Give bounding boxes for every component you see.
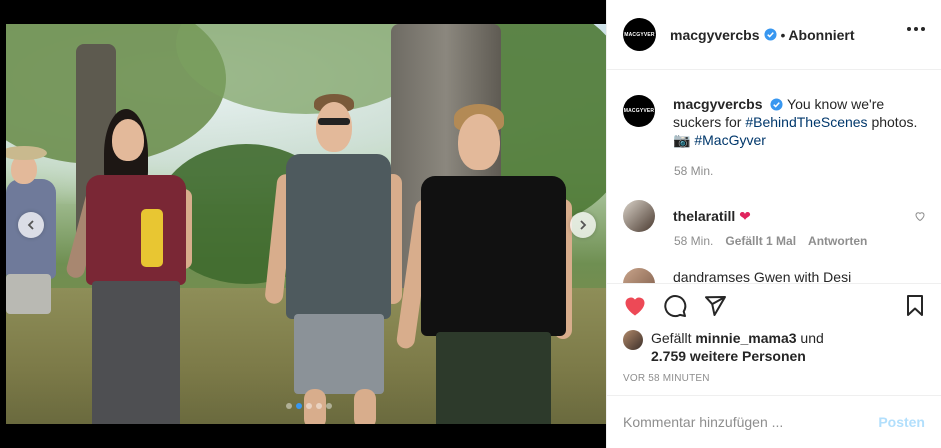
chevron-right-icon xyxy=(580,220,587,230)
comments-section: MACGYVER macgyvercbs You know we're suck… xyxy=(607,71,941,283)
more-options-icon[interactable] xyxy=(907,27,925,31)
comment-icon[interactable] xyxy=(663,294,687,318)
comment-like-heart-icon[interactable] xyxy=(914,210,926,222)
liker-username[interactable]: minnie_mama3 xyxy=(695,330,796,346)
header-separator: • xyxy=(780,26,786,43)
bookmark-icon[interactable] xyxy=(903,294,927,318)
comment-avatar[interactable] xyxy=(623,200,655,232)
caption-username[interactable]: macgyvercbs xyxy=(673,96,763,112)
chevron-left-icon xyxy=(27,220,34,230)
comment-item-partial: dandramses Gwen with Desi xyxy=(623,268,851,283)
comment-item: thelaratill ❤ xyxy=(623,200,926,232)
post-comment-button[interactable]: Posten xyxy=(878,414,925,430)
camera-emoji: 📷 xyxy=(673,132,691,148)
comment-avatar[interactable] xyxy=(623,268,655,283)
carousel-dot xyxy=(286,403,292,409)
post-header: MACGYVER macgyvercbs • Abonniert xyxy=(607,0,941,70)
red-heart-emoji: ❤ xyxy=(739,208,751,224)
caption-avatar[interactable]: MACGYVER xyxy=(623,95,655,127)
comment-time: 58 Min. xyxy=(674,234,714,248)
comment-input[interactable] xyxy=(623,414,879,430)
likes-summary: Gefällt minnie_mama3 und 2.759 weitere P… xyxy=(623,329,824,365)
post-media xyxy=(0,0,606,448)
carousel-next-button[interactable] xyxy=(570,212,596,238)
likes-connector: und xyxy=(796,330,824,346)
carousel-prev-button[interactable] xyxy=(18,212,44,238)
comment-form: Posten xyxy=(607,395,941,448)
post-timestamp[interactable]: VOR 58 MINUTEN xyxy=(623,373,710,384)
verified-badge-icon xyxy=(763,28,777,41)
caption-body-2: photos. xyxy=(867,114,918,130)
comment-body-partial: dandramses Gwen with Desi xyxy=(673,269,852,283)
carousel-dot-active xyxy=(296,403,302,409)
liker-avatar[interactable] xyxy=(623,330,643,350)
comment-meta: 58 Min. Gefällt 1 Mal Antworten xyxy=(674,234,867,248)
caption-text: macgyvercbs You know we're suckers for #… xyxy=(673,95,923,149)
likes-others-count[interactable]: 2.759 weitere Personen xyxy=(651,348,806,364)
account-username[interactable]: macgyvercbs xyxy=(670,27,760,43)
verified-badge-icon xyxy=(770,98,783,111)
carousel-dot xyxy=(326,403,332,409)
post-actions: Gefällt minnie_mama3 und 2.759 weitere P… xyxy=(607,283,941,395)
comment-likes-count[interactable]: Gefällt 1 Mal xyxy=(725,234,796,248)
likes-prefix: Gefällt xyxy=(651,330,696,346)
carousel-indicator xyxy=(286,403,332,409)
heart-icon[interactable] xyxy=(623,294,647,318)
account-avatar[interactable]: MACGYVER xyxy=(623,18,656,51)
follow-status-button[interactable]: Abonniert xyxy=(788,27,854,43)
hashtag-macgyver[interactable]: #MacGyver xyxy=(694,132,766,148)
hashtag-behindthescenes[interactable]: #BehindTheScenes xyxy=(745,114,867,130)
caption-time: 58 Min. xyxy=(674,164,714,178)
carousel-dot xyxy=(306,403,312,409)
comment-body: thelaratill ❤ xyxy=(673,208,751,232)
post-caption: MACGYVER macgyvercbs You know we're suck… xyxy=(623,95,923,149)
comment-reply-button[interactable]: Antworten xyxy=(808,234,867,248)
share-icon[interactable] xyxy=(703,294,727,318)
comment-username[interactable]: thelaratill xyxy=(673,208,735,224)
likes-text: Gefällt minnie_mama3 und 2.759 weitere P… xyxy=(651,329,824,365)
carousel-dot xyxy=(316,403,322,409)
post-sidebar: MACGYVER macgyvercbs • Abonniert MACGYVE… xyxy=(606,0,941,448)
post-photo[interactable] xyxy=(6,24,606,424)
